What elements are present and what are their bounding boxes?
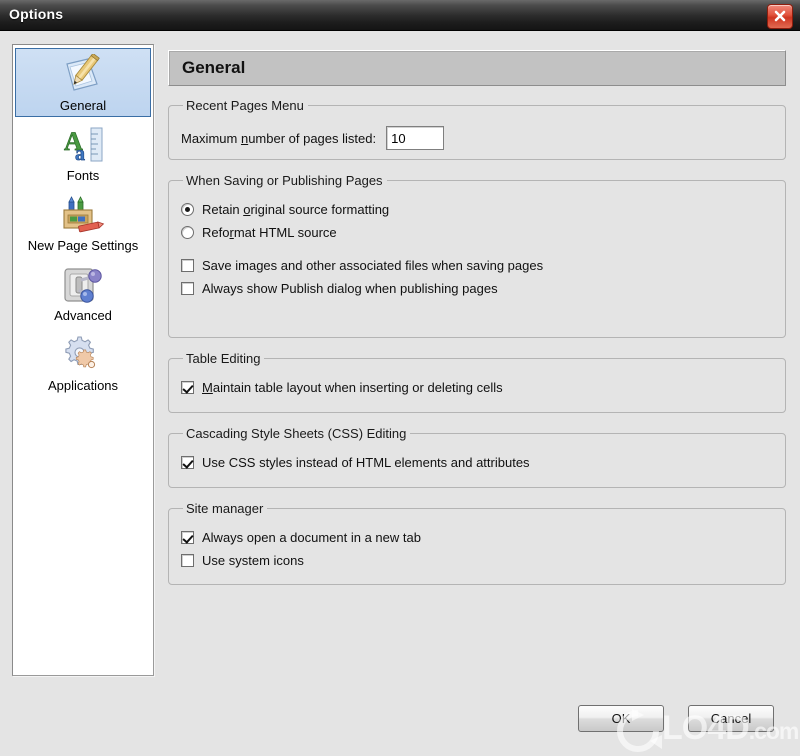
checkbox-always-show-publish-dialog[interactable]: Always show Publish dialog when publishi… [181,281,773,296]
sidebar-item-new-page-settings[interactable]: New Page Settings [15,188,151,257]
checkbox-use-css-styles[interactable]: Use CSS styles instead of HTML elements … [181,455,773,470]
max-pages-input[interactable] [386,126,445,150]
checkbox-maintain-table-layout[interactable]: Maintain table layout when inserting or … [181,380,773,395]
checkbox-indicator [181,456,194,469]
document-pencil-icon [16,53,150,97]
option-label: Maintain table layout when inserting or … [202,380,503,395]
checkbox-indicator [181,381,194,394]
sidebar-item-general[interactable]: General [15,48,151,117]
radio-reformat-html-source[interactable]: Reformat HTML source [181,225,773,240]
checkbox-indicator [181,531,194,544]
group-legend: When Saving or Publishing Pages [186,173,383,188]
group-legend: Cascading Style Sheets (CSS) Editing [186,426,407,441]
category-sidebar: General A a Fonts New Page Settings Adva… [12,44,154,676]
title-bar: Options [0,0,800,31]
cancel-button[interactable]: Cancel [688,705,774,732]
sidebar-item-label: Fonts [66,168,100,183]
option-label: Retain original source formatting [202,202,390,217]
group-legend: Recent Pages Menu [186,98,304,113]
checkbox-always-open-document-in-new-tab[interactable]: Always open a document in a new tab [181,530,773,545]
group-when-saving-or-publishing: When Saving or Publishing Pages Retain o… [168,173,786,338]
group-recent-pages-menu: Recent Pages Menu Maximum number of page… [168,98,786,160]
svg-text:a: a [75,143,85,165]
toggle-switch-icon [16,263,150,307]
sidebar-item-applications[interactable]: Applications [15,328,151,397]
sidebar-item-fonts[interactable]: A a Fonts [15,118,151,187]
group-table-editing: Table Editing Maintain table layout when… [168,351,786,413]
close-icon [774,10,786,22]
settings-panel: General Recent Pages Menu Maximum number… [168,50,786,585]
option-label: Reformat HTML source [202,225,337,240]
radio-indicator [181,203,194,216]
group-legend: Site manager [186,501,264,516]
sidebar-item-label: General [59,98,107,113]
group-site-manager: Site manager Always open a document in a… [168,501,786,585]
option-label: Always show Publish dialog when publishi… [202,281,498,296]
gears-icon [16,333,150,377]
window-title: Options [9,6,64,22]
ok-button[interactable]: OK [578,705,664,732]
sidebar-item-label: Applications [47,378,119,393]
options-dialog: Options General A a Fonts New Page Setti… [0,0,800,756]
radio-indicator [181,226,194,239]
option-label: Use system icons [202,553,304,568]
option-label: Save images and other associated files w… [202,258,544,273]
checkbox-use-system-icons[interactable]: Use system icons [181,553,773,568]
page-header: General [168,50,786,86]
checkbox-indicator [181,282,194,295]
checkbox-indicator [181,554,194,567]
crayon-box-icon [16,193,150,237]
sidebar-item-label: New Page Settings [27,238,139,253]
max-pages-label: Maximum number of pages listed: [181,130,377,146]
checkbox-save-images-and-associated-files[interactable]: Save images and other associated files w… [181,258,773,273]
radio-retain-original-source-formatting[interactable]: Retain original source formatting [181,202,773,217]
close-button[interactable] [767,4,793,29]
option-label: Use CSS styles instead of HTML elements … [202,455,530,470]
sidebar-item-advanced[interactable]: Advanced [15,258,151,327]
sidebar-item-label: Advanced [54,308,112,323]
checkbox-indicator [181,259,194,272]
option-label: Always open a document in a new tab [202,530,421,545]
page-title: General [182,58,246,77]
group-legend: Table Editing [186,351,261,366]
group-css-editing: Cascading Style Sheets (CSS) Editing Use… [168,426,786,488]
fonts-ruler-icon: A a [16,123,150,167]
